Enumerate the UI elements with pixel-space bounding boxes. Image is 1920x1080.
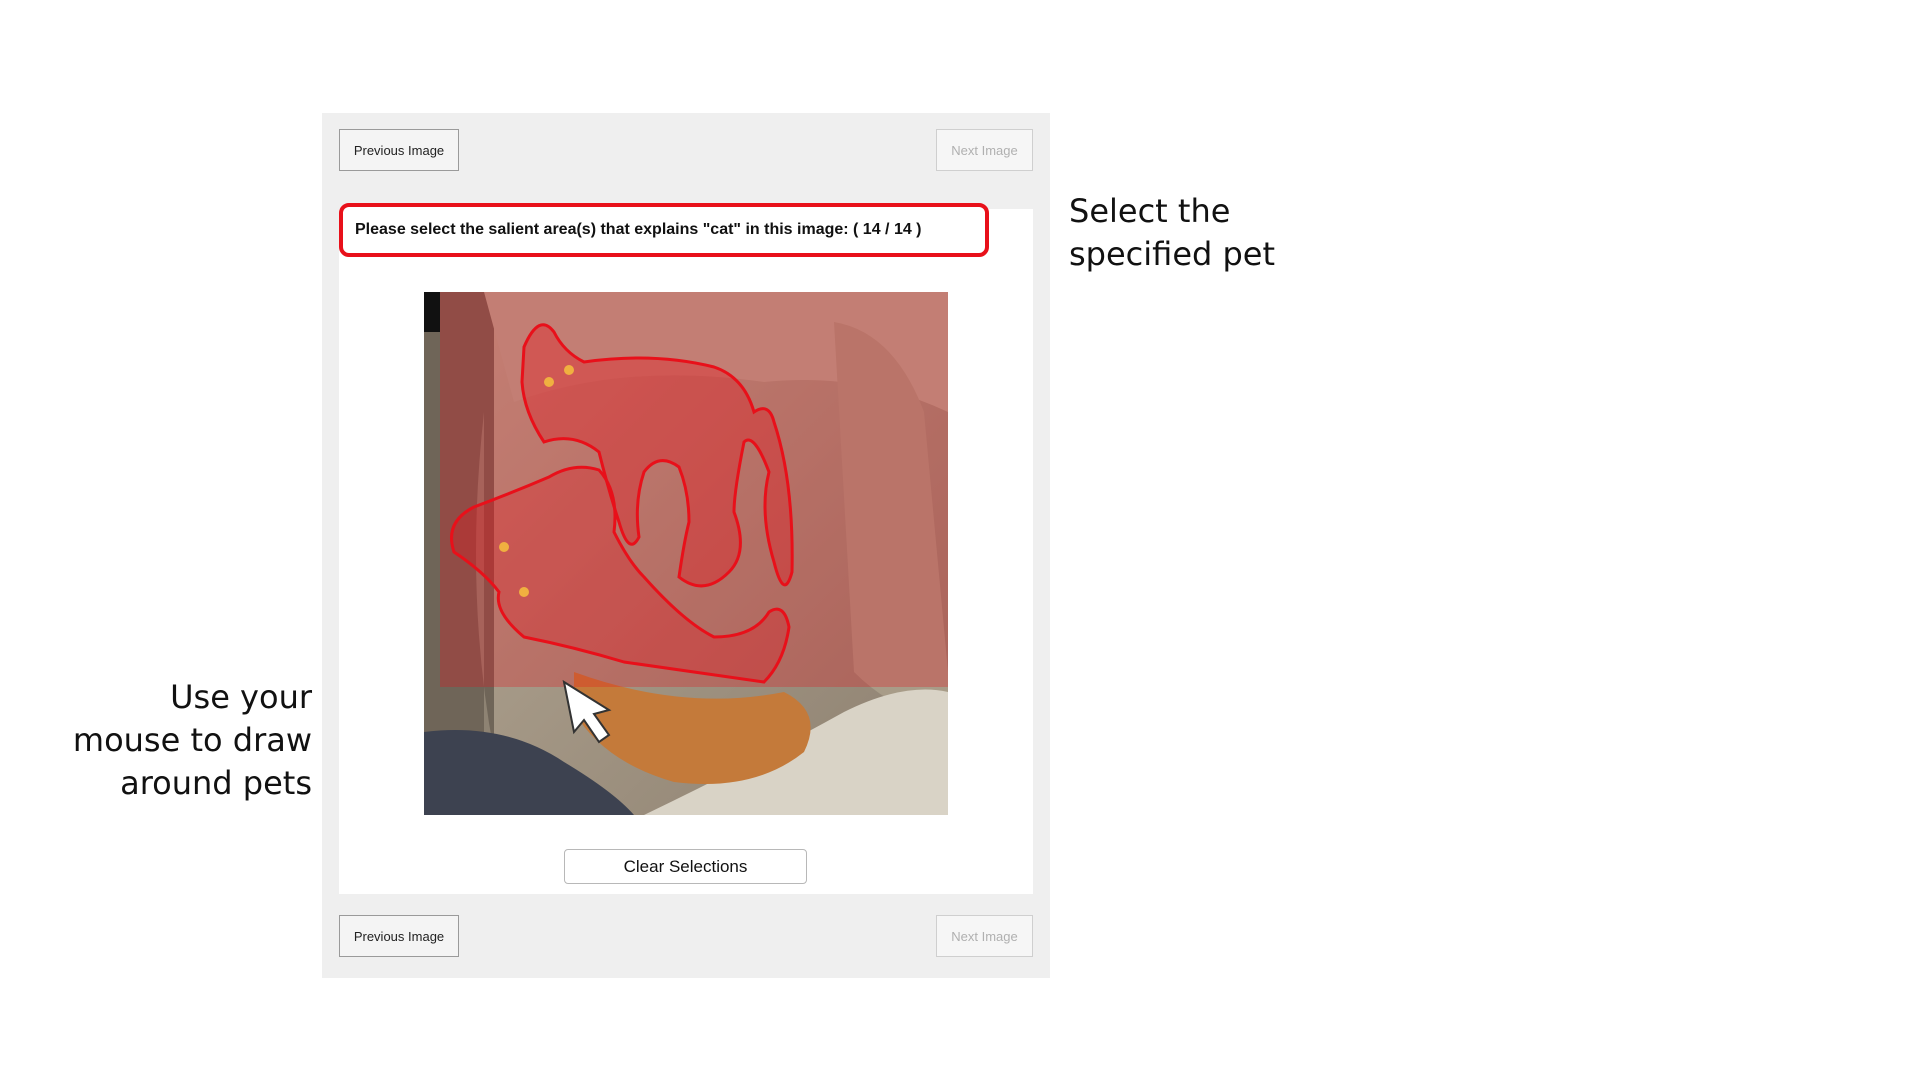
cat-eye [519, 587, 529, 597]
next-image-button-top[interactable]: Next Image [936, 129, 1033, 171]
cat-eye [499, 542, 509, 552]
caption-line: mouse to draw [72, 721, 312, 759]
task-prompt: Please select the salient area(s) that e… [339, 203, 989, 257]
instruction-select-pet: Select the specified pet [1069, 190, 1329, 276]
previous-image-button-top[interactable]: Previous Image [339, 129, 459, 171]
previous-image-button-bottom[interactable]: Previous Image [339, 915, 459, 957]
caption-line: specified pet [1069, 235, 1276, 273]
cat-photo[interactable] [424, 292, 948, 815]
clear-selections-button[interactable]: Clear Selections [564, 849, 807, 884]
task-prompt-text: Please select the salient area(s) that e… [355, 221, 922, 238]
image-canvas[interactable] [424, 292, 948, 815]
caption-line: around pets [120, 764, 312, 802]
caption-line: Use your [170, 678, 312, 716]
caption-line: Select the [1069, 192, 1231, 230]
next-image-button-bottom[interactable]: Next Image [936, 915, 1033, 957]
cat-eye [564, 365, 574, 375]
instruction-draw-around: Use your mouse to draw around pets [70, 676, 312, 805]
cat-eye [544, 377, 554, 387]
